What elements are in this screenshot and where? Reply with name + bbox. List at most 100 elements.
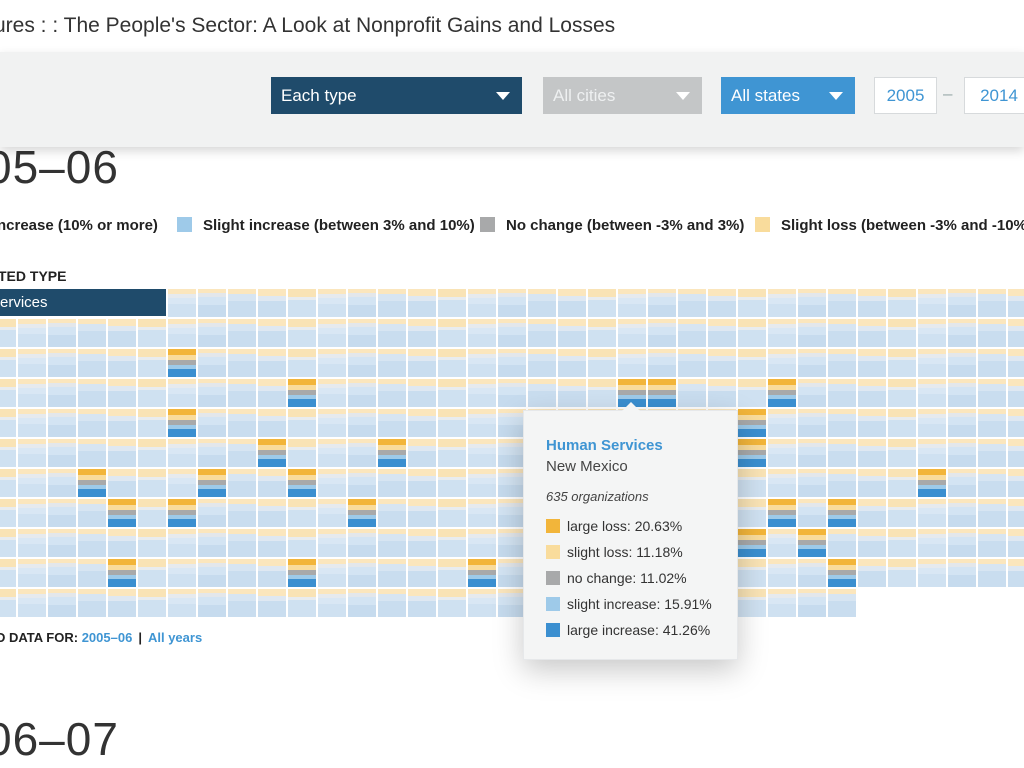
state-cell[interactable] (768, 409, 796, 437)
state-cell[interactable] (438, 589, 466, 617)
state-cell[interactable] (1008, 319, 1024, 347)
state-cell[interactable] (198, 319, 226, 347)
state-cell[interactable] (78, 319, 106, 347)
state-cell[interactable] (468, 319, 496, 347)
state-cell[interactable] (888, 469, 916, 497)
state-cell[interactable] (918, 469, 946, 497)
state-cell[interactable] (348, 499, 376, 527)
state-cell[interactable] (378, 529, 406, 557)
state-cell[interactable] (978, 349, 1006, 377)
state-cell[interactable] (408, 529, 436, 557)
state-cell[interactable] (558, 349, 586, 377)
state-cell[interactable] (768, 379, 796, 407)
state-cell[interactable] (738, 469, 766, 497)
state-cell[interactable] (708, 319, 736, 347)
state-cell[interactable] (498, 469, 526, 497)
state-cell[interactable] (918, 499, 946, 527)
state-cell[interactable] (168, 289, 196, 317)
state-cell[interactable] (78, 499, 106, 527)
download-period-link[interactable]: 2005–06 (82, 630, 133, 645)
state-cell[interactable] (948, 409, 976, 437)
state-cell[interactable] (0, 559, 16, 587)
state-cell[interactable] (198, 349, 226, 377)
state-cell[interactable] (948, 379, 976, 407)
state-cell[interactable] (798, 439, 826, 467)
state-cell[interactable] (498, 319, 526, 347)
state-cell[interactable] (138, 439, 166, 467)
state-cell[interactable] (918, 349, 946, 377)
state-cell[interactable] (468, 469, 496, 497)
state-cell[interactable] (318, 439, 346, 467)
state-cell[interactable] (738, 379, 766, 407)
state-cell[interactable] (858, 289, 886, 317)
state-cell[interactable] (528, 319, 556, 347)
state-cell[interactable] (0, 379, 16, 407)
state-cell[interactable] (468, 349, 496, 377)
cities-dropdown[interactable]: All cities (543, 77, 702, 114)
state-cell[interactable] (108, 589, 136, 617)
state-cell[interactable] (408, 319, 436, 347)
state-cell[interactable] (918, 379, 946, 407)
state-cell[interactable] (288, 499, 316, 527)
state-cell[interactable] (888, 499, 916, 527)
state-cell[interactable] (888, 409, 916, 437)
state-cell[interactable] (678, 289, 706, 317)
state-cell[interactable] (198, 409, 226, 437)
state-cell[interactable] (198, 289, 226, 317)
state-cell[interactable] (498, 589, 526, 617)
state-cell[interactable] (138, 379, 166, 407)
state-cell[interactable] (78, 469, 106, 497)
state-cell[interactable] (18, 409, 46, 437)
state-cell[interactable] (258, 289, 286, 317)
state-cell[interactable] (528, 349, 556, 377)
state-cell[interactable] (198, 379, 226, 407)
state-cell[interactable] (858, 349, 886, 377)
state-cell[interactable] (858, 319, 886, 347)
state-cell[interactable] (408, 499, 436, 527)
state-cell[interactable] (228, 499, 256, 527)
state-cell[interactable] (768, 499, 796, 527)
state-cell[interactable] (138, 559, 166, 587)
state-cell[interactable] (78, 349, 106, 377)
state-cell[interactable] (738, 439, 766, 467)
state-cell[interactable] (978, 409, 1006, 437)
state-cell[interactable] (408, 469, 436, 497)
state-cell[interactable] (738, 349, 766, 377)
state-cell[interactable] (228, 439, 256, 467)
state-cell[interactable] (798, 469, 826, 497)
state-cell[interactable] (468, 379, 496, 407)
state-cell[interactable] (468, 529, 496, 557)
state-cell[interactable] (138, 589, 166, 617)
state-cell[interactable] (798, 589, 826, 617)
state-cell[interactable] (288, 409, 316, 437)
state-cell[interactable] (348, 409, 376, 437)
state-cell[interactable] (348, 349, 376, 377)
download-all-years-link[interactable]: All years (148, 630, 202, 645)
state-cell[interactable] (918, 559, 946, 587)
state-cell[interactable] (588, 289, 616, 317)
state-cell[interactable] (498, 529, 526, 557)
state-cell[interactable] (168, 499, 196, 527)
state-cell[interactable] (108, 379, 136, 407)
state-cell[interactable] (738, 499, 766, 527)
state-cell[interactable] (978, 469, 1006, 497)
state-cell[interactable] (138, 499, 166, 527)
state-cell[interactable] (588, 349, 616, 377)
state-cell[interactable] (768, 469, 796, 497)
state-cell[interactable] (228, 319, 256, 347)
state-cell[interactable] (198, 469, 226, 497)
state-cell[interactable] (18, 319, 46, 347)
state-cell[interactable] (888, 289, 916, 317)
state-cell[interactable] (918, 529, 946, 557)
state-cell[interactable] (318, 499, 346, 527)
state-cell[interactable] (108, 349, 136, 377)
state-cell[interactable] (498, 409, 526, 437)
state-cell[interactable] (558, 379, 586, 407)
state-cell[interactable] (138, 529, 166, 557)
state-cell[interactable] (558, 319, 586, 347)
state-cell[interactable] (828, 559, 856, 587)
state-cell[interactable] (258, 529, 286, 557)
state-cell[interactable] (1008, 439, 1024, 467)
state-cell[interactable] (1008, 289, 1024, 317)
state-cell[interactable] (828, 589, 856, 617)
